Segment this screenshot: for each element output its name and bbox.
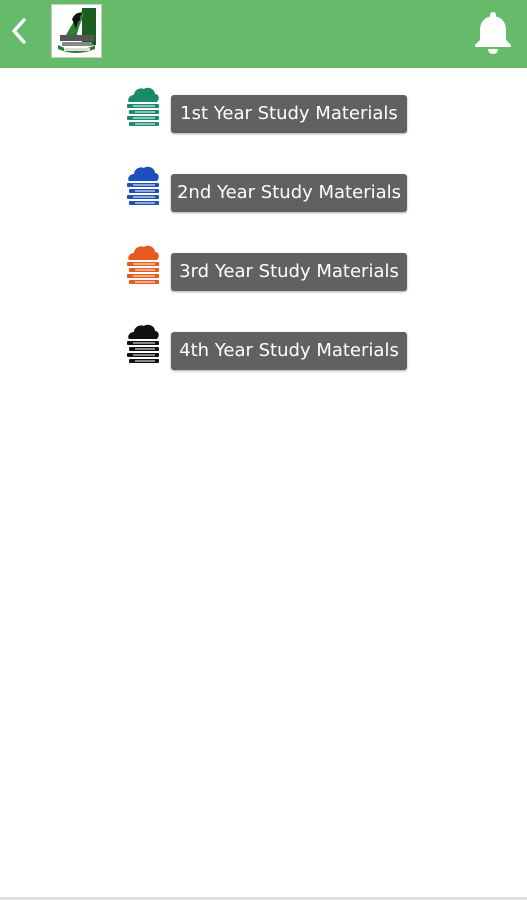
year-1-materials-button[interactable]: 1st Year Study Materials bbox=[171, 95, 407, 133]
year-4-materials-button[interactable]: 4th Year Study Materials bbox=[171, 332, 407, 370]
college-crest-logo bbox=[52, 5, 101, 57]
chevron-left-icon bbox=[12, 18, 26, 44]
books-icon bbox=[127, 324, 159, 363]
top-app-bar bbox=[0, 0, 527, 68]
books-icon bbox=[127, 166, 159, 205]
bell-icon bbox=[475, 12, 511, 54]
app-screen: 1st Year Study Materials 2nd Year Study … bbox=[0, 0, 527, 900]
notifications-button[interactable] bbox=[470, 8, 516, 56]
books-icon bbox=[127, 87, 159, 126]
list-item-year-3: 3rd Year Study Materials bbox=[125, 234, 415, 291]
list-item-year-2: 2nd Year Study Materials bbox=[125, 155, 415, 212]
list-item-year-1: 1st Year Study Materials bbox=[125, 76, 415, 133]
books-icon bbox=[127, 245, 159, 284]
list-item-year-4: 4th Year Study Materials bbox=[125, 313, 415, 370]
college-logo bbox=[51, 4, 102, 58]
year-2-materials-button[interactable]: 2nd Year Study Materials bbox=[171, 174, 407, 212]
year-3-materials-button[interactable]: 3rd Year Study Materials bbox=[171, 253, 407, 291]
back-button[interactable] bbox=[8, 14, 34, 48]
